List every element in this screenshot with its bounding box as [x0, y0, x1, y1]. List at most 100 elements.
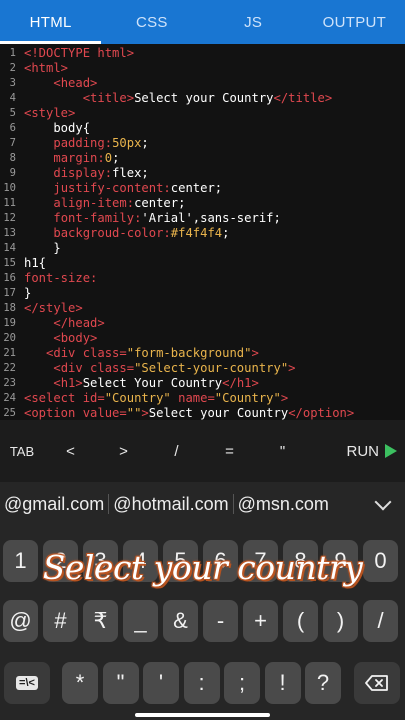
line-number: 24 — [3, 392, 16, 404]
suggestion-hotmail[interactable]: @hotmail.com — [109, 494, 232, 515]
code-line[interactable]: 4 <title>Select your Country</title> — [0, 91, 405, 106]
code-line[interactable]: 21 <div class="form-background"> — [0, 346, 405, 361]
keyboard-key[interactable]: ₹ — [83, 600, 118, 642]
slash-key[interactable]: / — [150, 443, 203, 460]
code-line[interactable]: 20 <body> — [0, 331, 405, 346]
quote-key[interactable]: " — [256, 443, 309, 460]
keyboard-key[interactable]: " — [102, 662, 139, 704]
code-line[interactable]: 17} — [0, 286, 405, 301]
code-line[interactable]: 10 justify-content:center; — [0, 181, 405, 196]
suggestion-gmail[interactable]: @gmail.com — [0, 494, 108, 515]
equals-key[interactable]: = — [203, 443, 256, 460]
code-text: <div class="form-background"> — [24, 346, 259, 361]
code-text: body{ — [24, 121, 90, 136]
code-token: ; — [112, 151, 120, 165]
greater-than-key[interactable]: > — [97, 443, 150, 460]
backspace-key[interactable] — [354, 662, 400, 704]
keyboard-key[interactable]: ? — [305, 662, 341, 704]
keyboard-key[interactable]: ! — [264, 662, 301, 704]
keyboard-key[interactable]: ) — [323, 600, 358, 642]
keyboard-key[interactable]: / — [363, 600, 398, 642]
keyboard-key[interactable]: # — [43, 600, 78, 642]
code-line[interactable]: 8 margin:0; — [0, 151, 405, 166]
keyboard-suggestion-strip: @gmail.com @hotmail.com @msn.com — [0, 482, 405, 526]
tab-js[interactable]: JS — [203, 0, 304, 44]
code-line[interactable]: 24 <select id="Country" name="Country"> — [0, 391, 405, 406]
tab-key[interactable]: TAB — [0, 444, 44, 459]
line-number: 9 — [9, 167, 16, 179]
keyboard-key[interactable]: - — [203, 600, 238, 642]
keyboard-key[interactable]: : — [183, 662, 220, 704]
less-than-key[interactable]: < — [44, 443, 97, 460]
symbols-toggle-key[interactable]: =\< — [4, 662, 50, 704]
code-line[interactable]: 16 font-size: — [0, 271, 405, 286]
code-token: backgroud-color: — [53, 226, 171, 240]
line-number: 17 — [3, 287, 16, 299]
code-token: Select your Country — [134, 91, 274, 105]
code-token: > — [141, 406, 149, 420]
gesture-home-bar[interactable] — [135, 713, 270, 717]
code-token: "form-background" — [126, 346, 252, 360]
code-token: margin: — [53, 151, 105, 165]
run-button[interactable]: RUN — [346, 420, 397, 482]
run-label: RUN — [346, 442, 380, 460]
code-token: <head> — [53, 76, 98, 90]
code-line[interactable]: 23 <h1>Select Your Country</h1> — [0, 376, 405, 391]
code-line[interactable]: 14 } — [0, 241, 405, 256]
code-token: <!DOCTYPE html> — [24, 46, 135, 60]
chevron-down-icon[interactable] — [374, 493, 392, 511]
tab-html[interactable]: HTML — [0, 0, 102, 44]
code-text: font-family:'Arial',sans-serif; — [24, 211, 280, 226]
code-text: padding:50px; — [24, 136, 148, 151]
tab-css[interactable]: CSS — [101, 0, 202, 44]
code-line[interactable]: 1 <!DOCTYPE html> — [0, 46, 405, 61]
code-text: <style> — [24, 106, 75, 121]
code-text: } — [24, 241, 60, 256]
code-text: <body> — [24, 331, 97, 346]
keyboard-key[interactable]: * — [62, 662, 98, 704]
code-text: <div class="Select-your-country"> — [24, 361, 295, 376]
keyboard-key[interactable]: @ — [3, 600, 38, 642]
code-line[interactable]: 9 display:flex; — [0, 166, 405, 181]
keyboard-key[interactable]: & — [163, 600, 198, 642]
code-text: </style> — [24, 301, 83, 316]
code-text: h1{ — [24, 256, 46, 271]
code-token: font-family: — [53, 211, 142, 225]
code-line[interactable]: 2 <html> — [0, 61, 405, 76]
code-text: margin:0; — [24, 151, 119, 166]
suggestion-msn[interactable]: @msn.com — [234, 494, 333, 515]
keyboard-key[interactable]: _ — [123, 600, 158, 642]
tab-output[interactable]: OUTPUT — [304, 0, 405, 44]
line-number: 16 — [3, 272, 16, 284]
line-number: 1 — [9, 47, 16, 59]
code-line[interactable]: 3 <head> — [0, 76, 405, 91]
line-number: 10 — [3, 182, 16, 194]
code-line[interactable]: 12 font-family:'Arial',sans-serif; — [0, 211, 405, 226]
code-token: display: — [53, 166, 113, 180]
code-token: > — [280, 391, 289, 405]
code-line[interactable]: 18 </style> — [0, 301, 405, 316]
line-number: 18 — [3, 302, 16, 314]
keyboard-key[interactable]: ( — [283, 600, 318, 642]
code-line[interactable]: 7 padding:50px; — [0, 136, 405, 151]
keyboard-key[interactable]: + — [243, 600, 278, 642]
code-text: <h1>Select Your Country</h1> — [24, 376, 258, 391]
code-token: center; — [134, 196, 186, 210]
code-line[interactable]: 19 </head> — [0, 316, 405, 331]
code-line[interactable]: 25 <option value="">Select your Country</… — [0, 406, 405, 420]
line-number: 12 — [3, 212, 16, 224]
code-editor[interactable]: 1 <!DOCTYPE html> 2 <html> 3 <head> 4 <title>… — [0, 44, 405, 420]
code-line[interactable]: 11 align-item:center; — [0, 196, 405, 211]
code-line[interactable]: 15 h1{ — [0, 256, 405, 271]
line-number: 4 — [9, 92, 16, 104]
keyboard-key[interactable]: ' — [143, 662, 179, 704]
line-number: 6 — [9, 122, 16, 134]
code-line[interactable]: 5 <style> — [0, 106, 405, 121]
code-line[interactable]: 22 <div class="Select-your-country"> — [0, 361, 405, 376]
keyboard-key[interactable]: ; — [224, 662, 260, 704]
code-line[interactable]: 6 body{ — [0, 121, 405, 136]
code-line[interactable]: 13 backgroud-color:#f4f4f4; — [0, 226, 405, 241]
code-text: <title>Select your Country</title> — [24, 91, 333, 106]
